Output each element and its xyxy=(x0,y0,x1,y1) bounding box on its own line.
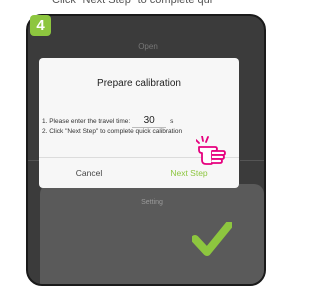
instruction-text: Click “Next Step” to complete quick cali… xyxy=(52,0,212,6)
cancel-button[interactable]: Cancel xyxy=(39,158,139,188)
dialog-title: Prepare calibration xyxy=(97,78,181,89)
separator-right xyxy=(240,160,264,161)
travel-time-row: 1. Please enter the travel time: s xyxy=(42,114,173,128)
travel-time-label: 1. Please enter the travel time: xyxy=(42,117,131,125)
pointing-hand-icon xyxy=(196,136,226,165)
step-number-badge: 4 xyxy=(30,15,51,36)
instruction-line-2: 2. Click "Next Step" to complete quick c… xyxy=(42,128,183,135)
checkmark-icon xyxy=(192,222,232,256)
travel-time-unit: s xyxy=(170,117,174,125)
open-label: Open xyxy=(138,42,158,51)
calibration-dialog: Prepare calibration 1. Please enter the … xyxy=(39,58,239,188)
travel-time-input[interactable] xyxy=(132,114,167,128)
setting-label: Setting xyxy=(141,199,163,206)
